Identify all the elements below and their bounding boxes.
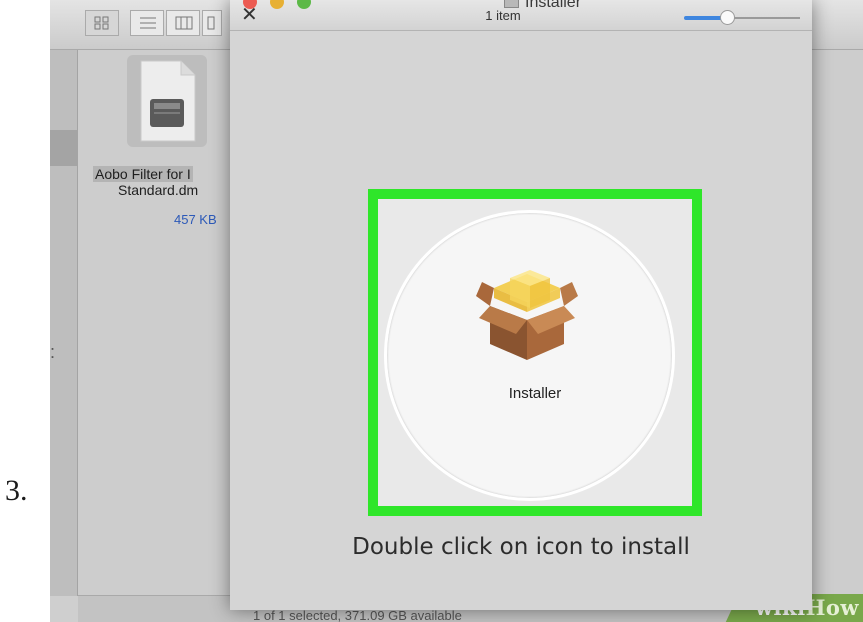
icon-size-slider-track[interactable] <box>724 17 800 19</box>
installer-highlight-box: Installer <box>368 189 702 516</box>
dmg-titlebar: Installer ✕ 1 item <box>230 0 812 31</box>
column-view-button[interactable] <box>166 10 200 36</box>
installer-package-icon[interactable] <box>472 256 582 366</box>
finder-status-text: 1 of 1 selected, 371.09 GB available <box>253 608 462 622</box>
sidebar-eject-icon[interactable]: : <box>50 342 55 363</box>
dmg-file-name-line1: Aobo Filter for I <box>93 166 193 182</box>
dmg-file-size: 457 KB <box>174 212 217 227</box>
icon-size-slider-fill <box>684 16 724 20</box>
install-instruction-text: Double click on icon to install <box>352 534 690 560</box>
icon-size-slider-knob[interactable] <box>720 10 735 25</box>
list-view-icon <box>140 17 156 29</box>
step-number: 3. <box>5 474 28 507</box>
grid-view-icon <box>94 16 109 30</box>
sidebar-selected-item[interactable] <box>50 130 77 166</box>
list-view-button[interactable] <box>130 10 164 36</box>
wikihow-logo-how: How <box>805 595 859 620</box>
dmg-file-item[interactable] <box>127 55 207 147</box>
installer-package-label[interactable]: Installer <box>378 385 692 402</box>
dmg-file-name-line2: Standard.dm <box>118 182 199 198</box>
column-view-icon <box>175 16 193 30</box>
cover-flow-icon <box>207 16 215 30</box>
dmg-file-name[interactable]: Aobo Filter for I Standard.dm <box>93 166 243 198</box>
finder-sidebar: : <box>50 50 78 596</box>
installer-dmg-window: Installer ✕ 1 item Installer Double clic… <box>230 0 812 610</box>
icon-view-button[interactable] <box>85 10 119 36</box>
cover-flow-button[interactable] <box>202 10 222 36</box>
disk-image-icon <box>140 60 196 142</box>
dmg-body: Installer Double click on icon to instal… <box>230 31 812 610</box>
